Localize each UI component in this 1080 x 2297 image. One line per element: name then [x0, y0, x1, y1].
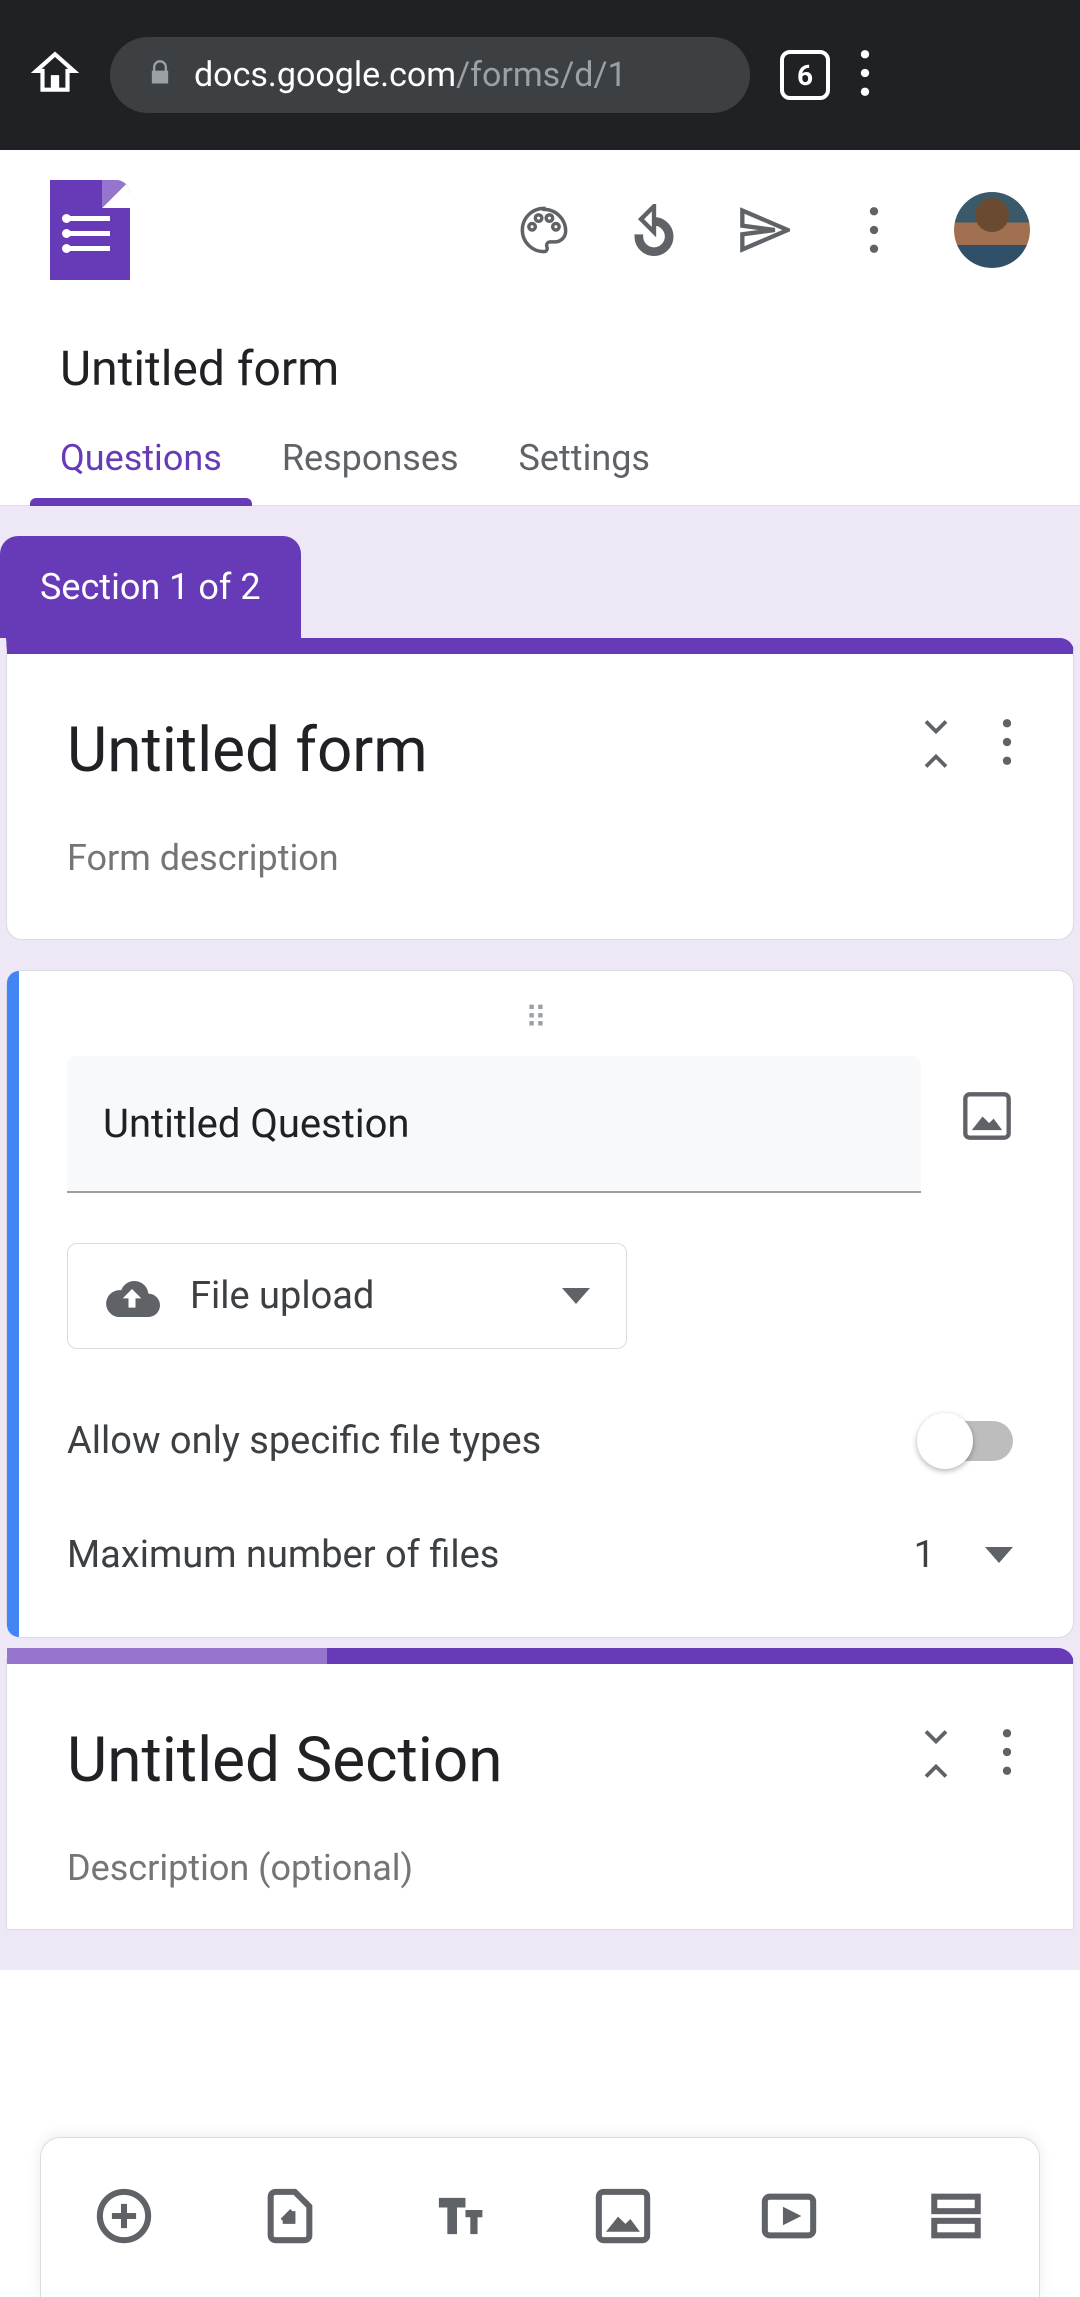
- browser-bar: docs.google.com/forms/d/1 6: [0, 0, 1080, 150]
- browser-more-icon[interactable]: [860, 48, 870, 102]
- add-title-icon[interactable]: [428, 2187, 486, 2249]
- chevron-down-icon: [985, 1547, 1013, 1563]
- add-question-icon[interactable]: [95, 2187, 153, 2249]
- editor-tabs: Questions Responses Settings: [0, 407, 1080, 506]
- add-video-icon[interactable]: [760, 2187, 818, 2249]
- section2-description-input[interactable]: [67, 1847, 1013, 1889]
- max-files-select[interactable]: 1: [914, 1533, 1013, 1577]
- section-description-input[interactable]: [67, 837, 1013, 879]
- tab-settings[interactable]: Settings: [519, 437, 650, 505]
- undo-icon[interactable]: [624, 200, 684, 260]
- section-header-card[interactable]: Untitled form: [6, 638, 1074, 940]
- section-more-icon[interactable]: [1001, 717, 1013, 771]
- question-type-label: File upload: [190, 1274, 374, 1318]
- tab-questions[interactable]: Questions: [60, 437, 222, 505]
- browser-home-icon[interactable]: [30, 48, 80, 102]
- import-questions-icon[interactable]: [261, 2187, 319, 2249]
- lock-icon: [146, 59, 174, 91]
- floating-toolbar: [40, 2137, 1040, 2297]
- question-title-input[interactable]: [67, 1056, 921, 1193]
- section-title-input[interactable]: Untitled form: [67, 714, 921, 787]
- app-header: [0, 150, 1080, 310]
- question-type-select[interactable]: File upload: [67, 1243, 627, 1349]
- allow-specific-types-toggle[interactable]: [923, 1421, 1013, 1461]
- section-indicator: Section 1 of 2: [0, 536, 301, 638]
- send-icon[interactable]: [734, 200, 794, 260]
- form-doc-title[interactable]: Untitled form: [60, 340, 1020, 397]
- chevron-down-icon: [562, 1288, 590, 1304]
- section-accent-progress: [7, 1648, 327, 1664]
- collapse-section-icon[interactable]: [921, 1724, 951, 1784]
- add-image-icon[interactable]: [594, 2187, 652, 2249]
- browser-tab-count[interactable]: 6: [780, 50, 830, 100]
- user-avatar[interactable]: [954, 192, 1030, 268]
- allow-specific-types-label: Allow only specific file types: [67, 1419, 923, 1463]
- section-2-header-card[interactable]: Untitled Section: [6, 1648, 1074, 1930]
- form-canvas: Section 1 of 2 Untitled form ⠿: [0, 506, 1080, 1970]
- add-section-icon[interactable]: [927, 2187, 985, 2249]
- theme-palette-icon[interactable]: [514, 200, 574, 260]
- question-card[interactable]: ⠿ File upload Allow only specific file t…: [6, 970, 1074, 1638]
- max-files-value: 1: [914, 1533, 935, 1577]
- section2-title-input[interactable]: Untitled Section: [67, 1724, 921, 1797]
- more-options-icon[interactable]: [844, 200, 904, 260]
- collapse-section-icon[interactable]: [921, 714, 951, 774]
- google-forms-logo-icon[interactable]: [50, 180, 130, 280]
- max-files-label: Maximum number of files: [67, 1533, 914, 1577]
- section-more-icon[interactable]: [1001, 1727, 1013, 1781]
- tab-responses[interactable]: Responses: [282, 437, 459, 505]
- browser-url-bar[interactable]: docs.google.com/forms/d/1: [110, 37, 750, 113]
- drag-handle-icon[interactable]: ⠿: [67, 1001, 1013, 1056]
- url-text: docs.google.com/forms/d/1: [194, 55, 627, 95]
- form-title-area: Untitled form: [0, 310, 1080, 407]
- add-image-icon[interactable]: [961, 1090, 1013, 1146]
